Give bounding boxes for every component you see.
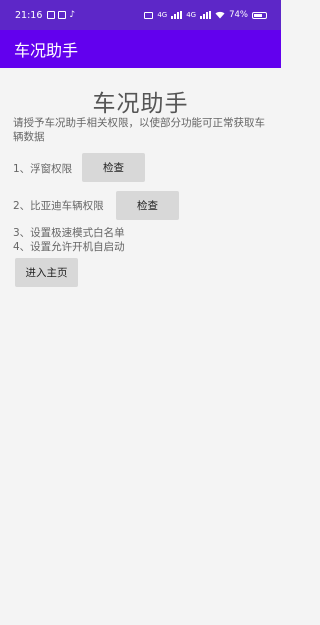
step-auto-start[interactable]: 4、设置允许开机自启动 bbox=[13, 239, 125, 254]
signal-icon bbox=[171, 11, 183, 19]
tiktok-icon: ♪ bbox=[69, 9, 76, 20]
status-time: 21:16 bbox=[15, 9, 43, 21]
app-title: 车况助手 bbox=[14, 41, 79, 60]
step-byd-vehicle-permission: 2、比亚迪车辆权限 bbox=[13, 200, 104, 212]
system-status-icons: 4G 4G 74% bbox=[144, 10, 267, 20]
alipay-app-icon bbox=[58, 11, 67, 19]
check-floating-window-button[interactable]: 检查 bbox=[82, 153, 145, 182]
message-app-icon bbox=[47, 11, 56, 19]
network-label-2: 4G bbox=[186, 10, 197, 19]
signal-icon-2 bbox=[200, 11, 212, 19]
app-bar: 车况助手 bbox=[0, 30, 281, 68]
permission-description: 请授予车况助手相关权限，以使部分功能可正常获取车辆数据 bbox=[13, 117, 265, 143]
check-byd-vehicle-button[interactable]: 检查 bbox=[116, 191, 179, 220]
battery-percentage: 74% bbox=[229, 10, 248, 20]
network-label-1: 4G bbox=[157, 10, 168, 19]
status-bar: 21:16 ♪ 4G 4G 74% bbox=[0, 0, 281, 30]
enter-home-button[interactable]: 进入主页 bbox=[15, 258, 78, 287]
wifi-icon bbox=[215, 11, 225, 19]
nfc-icon bbox=[144, 11, 154, 19]
step-speed-mode-whitelist[interactable]: 3、设置极速模式白名单 bbox=[13, 225, 125, 240]
step-floating-window-permission: 1、浮窗权限 bbox=[13, 163, 73, 175]
notification-icons: ♪ bbox=[47, 9, 76, 20]
page-heading: 车况助手 bbox=[92, 91, 189, 117]
battery-icon bbox=[252, 11, 267, 19]
battery-fill bbox=[254, 13, 262, 17]
